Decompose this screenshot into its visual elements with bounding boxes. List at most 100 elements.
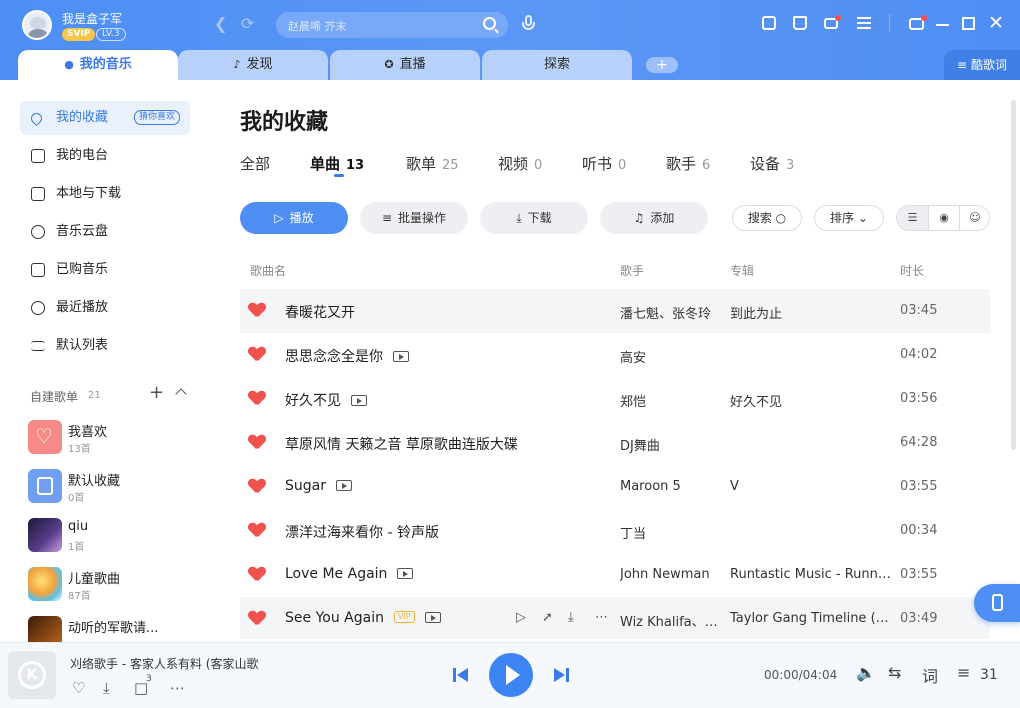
like-icon[interactable]: ♡ (72, 679, 85, 697)
close-icon[interactable]: ✕ (988, 14, 1004, 33)
table-row[interactable]: 好久不见 郑恺 好久不见 03:56 (240, 377, 990, 421)
song-artist[interactable]: 郑恺 (620, 391, 720, 410)
sidebar-item-radio[interactable]: 我的电台 (20, 139, 190, 173)
song-artist[interactable]: DJ舞曲 (620, 435, 720, 454)
tab-explore[interactable]: 探索 (482, 50, 632, 80)
batch-operation-button[interactable]: ≡ 批量操作 (360, 202, 468, 234)
song-title[interactable]: 漂洋过海来看你 - 铃声版 (285, 522, 439, 542)
loop-icon[interactable]: ⇆ (888, 663, 901, 682)
add-playlist-icon[interactable]: + (149, 382, 164, 403)
now-playing-title[interactable]: 刈络歌手 - 客家人系有料 (客家山歌 (70, 655, 258, 672)
song-title[interactable]: See You Again (285, 610, 384, 626)
user-avatar[interactable] (22, 10, 52, 40)
album-cover[interactable]: K (8, 651, 56, 699)
sidebar-item-local-download[interactable]: 本地与下载 (20, 177, 190, 211)
table-row[interactable]: 春暖花又开 潘七魁、张冬玲 到此为止 03:45 (240, 289, 990, 333)
mv-icon[interactable] (397, 567, 414, 579)
table-row[interactable]: See You Again VIP ▷ ➚ ⤓ ⋯ Wiz Khalifa、C..… (240, 597, 990, 639)
mv-icon[interactable] (351, 394, 367, 406)
mini-mode-icon[interactable] (762, 16, 776, 30)
tab-my-music[interactable]: ● 我的音乐 (18, 50, 178, 80)
disc-view-icon[interactable]: ◉ (928, 206, 959, 230)
sidebar-item-favorites[interactable]: 我的收藏 猜你喜欢 (20, 101, 190, 135)
playlist-item[interactable]: 默认收藏 0首 (28, 469, 198, 507)
song-title[interactable]: 好久不见 (285, 393, 341, 409)
song-album[interactable]: V (730, 479, 892, 494)
more-icon[interactable]: ⋯ (595, 610, 608, 625)
sidebar-item-recent[interactable]: 最近播放 (20, 291, 190, 325)
list-view-icon[interactable]: ☰ (897, 206, 928, 230)
heart-icon[interactable] (249, 347, 264, 362)
song-title[interactable]: 春暖花又开 (285, 302, 355, 322)
more-icon[interactable]: ⋯ (170, 679, 185, 697)
search-icon[interactable] (483, 17, 496, 30)
lyrics-toggle[interactable]: 词 (922, 663, 938, 687)
minimize-icon[interactable] (936, 24, 949, 26)
playlist-queue-icon[interactable]: ≡ (957, 663, 970, 682)
song-artist[interactable]: 潘七魁、张冬玲 (620, 303, 720, 322)
table-row[interactable]: 漂洋过海来看你 - 铃声版 丁当 00:34 (240, 509, 990, 553)
mv-icon[interactable] (335, 479, 352, 491)
volume-icon[interactable]: 🔈 (856, 663, 876, 682)
next-icon[interactable] (553, 667, 569, 683)
message-icon[interactable] (824, 15, 841, 29)
collapse-chevron-icon[interactable] (175, 388, 187, 400)
tab-singles[interactable]: 单曲 13 (310, 153, 364, 174)
song-artist[interactable]: Wiz Khalifa、C... (620, 611, 720, 630)
menu-icon[interactable] (857, 17, 871, 29)
heart-icon[interactable] (249, 523, 264, 538)
guess-you-like-badge[interactable]: 猜你喜欢 (133, 110, 180, 125)
maximize-icon[interactable] (962, 17, 975, 30)
download-button[interactable]: ⤓ 下载 (480, 202, 588, 234)
song-title[interactable]: Love Me Again (285, 566, 387, 582)
sort-button[interactable]: 排序 ⌄ (814, 205, 884, 231)
mobile-sync-button[interactable] (974, 584, 1020, 622)
play-all-button[interactable]: ▷ 播放 (240, 202, 348, 234)
refresh-icon[interactable]: ⟳ (241, 14, 254, 33)
column-header-duration[interactable]: 时长 (900, 262, 924, 279)
song-title[interactable]: 思思念念全是你 (285, 349, 383, 365)
heart-icon[interactable] (249, 611, 264, 626)
previous-icon[interactable] (453, 667, 469, 683)
tab-all[interactable]: 全部 (240, 153, 270, 174)
tab-live[interactable]: ✪ 直播 (330, 50, 480, 80)
search-songs-button[interactable]: 搜索 ○ (732, 205, 802, 231)
tab-artists[interactable]: 歌手 6 (666, 153, 710, 174)
song-album[interactable]: 好久不见 (730, 391, 892, 410)
playlist-item[interactable]: 动听的军歌请... (28, 616, 198, 642)
lyrics-button[interactable]: ≡ 酷歌词 (944, 50, 1020, 80)
play-button[interactable] (489, 653, 533, 697)
tab-discover[interactable]: ♪ 发现 (178, 50, 328, 80)
heart-icon[interactable] (249, 435, 264, 450)
song-artist[interactable]: 丁当 (620, 523, 720, 542)
song-album[interactable]: 到此为止 (730, 303, 892, 322)
search-input[interactable]: 赵晨唏 芥末 (276, 12, 508, 38)
heart-icon[interactable] (249, 303, 264, 318)
table-row[interactable]: Love Me Again John Newman Runtastic Musi… (240, 553, 990, 597)
sidebar-item-purchased[interactable]: 已购音乐 (20, 253, 190, 287)
column-header-title[interactable]: 歌曲名 (250, 262, 286, 279)
tab-videos[interactable]: 视频 0 (498, 153, 542, 174)
song-artist[interactable]: John Newman (620, 567, 720, 582)
add-button[interactable]: ♫ 添加 (600, 202, 708, 234)
microphone-icon[interactable] (522, 15, 535, 33)
back-arrow-icon[interactable]: ❮ (214, 14, 227, 33)
download-icon[interactable]: ⤓ (568, 610, 574, 625)
song-title[interactable]: 草原风情 天籁之音 草原歌曲连版大碟 (285, 434, 518, 454)
song-album[interactable]: Runtastic Music - Runni... (730, 567, 892, 582)
add-to-next-icon[interactable]: ➚ (542, 610, 553, 625)
song-album[interactable]: Taylor Gang Timeline (Mi... (730, 611, 892, 626)
mv-icon[interactable] (424, 611, 441, 623)
sidebar-item-default-list[interactable]: 默认列表 (20, 329, 190, 363)
playlist-item[interactable]: ♡ 我喜欢 13首 (28, 420, 198, 458)
column-header-album[interactable]: 专辑 (730, 262, 754, 279)
heart-icon[interactable] (249, 391, 264, 406)
song-artist[interactable]: 高安 (620, 347, 720, 366)
table-row[interactable]: Sugar Maroon 5 V 03:55 (240, 465, 990, 509)
table-row[interactable]: 草原风情 天籁之音 草原歌曲连版大碟 DJ舞曲 64:28 (240, 421, 990, 465)
tab-devices[interactable]: 设备 3 (750, 153, 794, 174)
download-icon[interactable]: ⤓ (103, 679, 110, 697)
song-artist[interactable]: Maroon 5 (620, 479, 720, 494)
table-row[interactable]: 思思念念全是你 高安 04:02 (240, 333, 990, 377)
column-header-artist[interactable]: 歌手 (620, 262, 644, 279)
